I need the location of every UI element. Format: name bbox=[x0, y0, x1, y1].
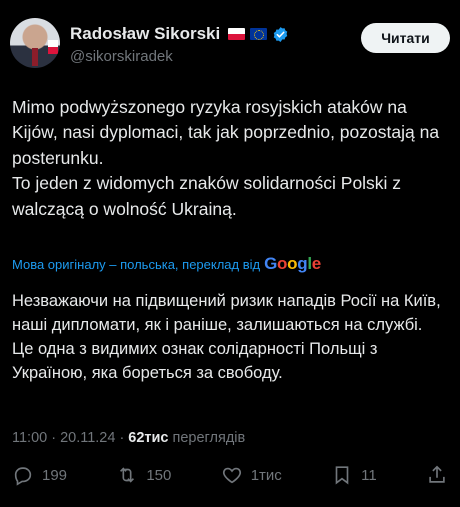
translation-note[interactable]: Мова оригіналу – польська, переклад від … bbox=[12, 254, 321, 274]
views-count[interactable]: 62тис bbox=[128, 430, 168, 446]
eu-flag-icon bbox=[250, 28, 268, 40]
avatar-flag bbox=[48, 40, 58, 54]
repost-button[interactable]: 150 bbox=[116, 464, 171, 486]
post-paragraph: Mimo podwyższonego ryzyka rosyjskich ata… bbox=[12, 97, 440, 168]
post-date[interactable]: 20.11.24 bbox=[60, 430, 115, 446]
translated-paragraph: Це одна з видимих ознак солідарності Пол… bbox=[12, 339, 378, 382]
author-handle[interactable]: @sikorskiradek bbox=[70, 48, 173, 65]
author-name[interactable]: Radosław Sikorski bbox=[70, 24, 220, 44]
bookmark-button[interactable]: 11 bbox=[331, 464, 377, 486]
follow-button[interactable]: Читати bbox=[361, 23, 450, 53]
avatar-tie bbox=[32, 48, 38, 66]
post-meta: 11:00 · 20.11.24 · 62тис переглядів bbox=[12, 430, 245, 446]
like-count: 1тис bbox=[250, 466, 282, 484]
like-button[interactable]: 1тис bbox=[221, 464, 282, 486]
reply-icon bbox=[14, 467, 32, 486]
post-paragraph: To jeden z widomych znaków solidarności … bbox=[12, 173, 402, 219]
translated-body: Незважаючи на підвищений ризик нападів Р… bbox=[12, 290, 452, 386]
post-header: Radosław Sikorski @sikorskiradek Читати bbox=[10, 18, 450, 70]
poland-flag-icon bbox=[228, 28, 246, 40]
share-button[interactable] bbox=[426, 464, 448, 486]
reply-count: 199 bbox=[42, 466, 68, 484]
google-logo: Google bbox=[264, 254, 321, 273]
translation-note-text[interactable]: Мова оригіналу – польська, переклад від bbox=[12, 257, 260, 272]
post-time[interactable]: 11:00 bbox=[12, 430, 47, 446]
author-name-row[interactable]: Radosław Sikorski bbox=[70, 24, 289, 44]
meta-separator: · bbox=[119, 430, 125, 446]
action-bar: 199 150 1тис 11 bbox=[12, 462, 448, 488]
translated-paragraph: Незважаючи на підвищений ризик нападів Р… bbox=[12, 292, 441, 334]
repost-count: 150 bbox=[146, 466, 172, 484]
bookmark-count: 11 bbox=[361, 466, 377, 484]
views-label: переглядів bbox=[172, 430, 246, 446]
verified-badge-icon[interactable] bbox=[272, 26, 289, 43]
bookmark-icon bbox=[335, 466, 349, 485]
reply-button[interactable]: 199 bbox=[12, 464, 67, 486]
heart-icon bbox=[222, 467, 241, 484]
avatar[interactable] bbox=[10, 18, 60, 68]
repost-icon bbox=[120, 467, 135, 483]
meta-separator: · bbox=[51, 430, 57, 446]
share-icon bbox=[429, 465, 445, 483]
post-body: Mimo podwyższonego ryzyka rosyjskich ata… bbox=[12, 95, 452, 222]
